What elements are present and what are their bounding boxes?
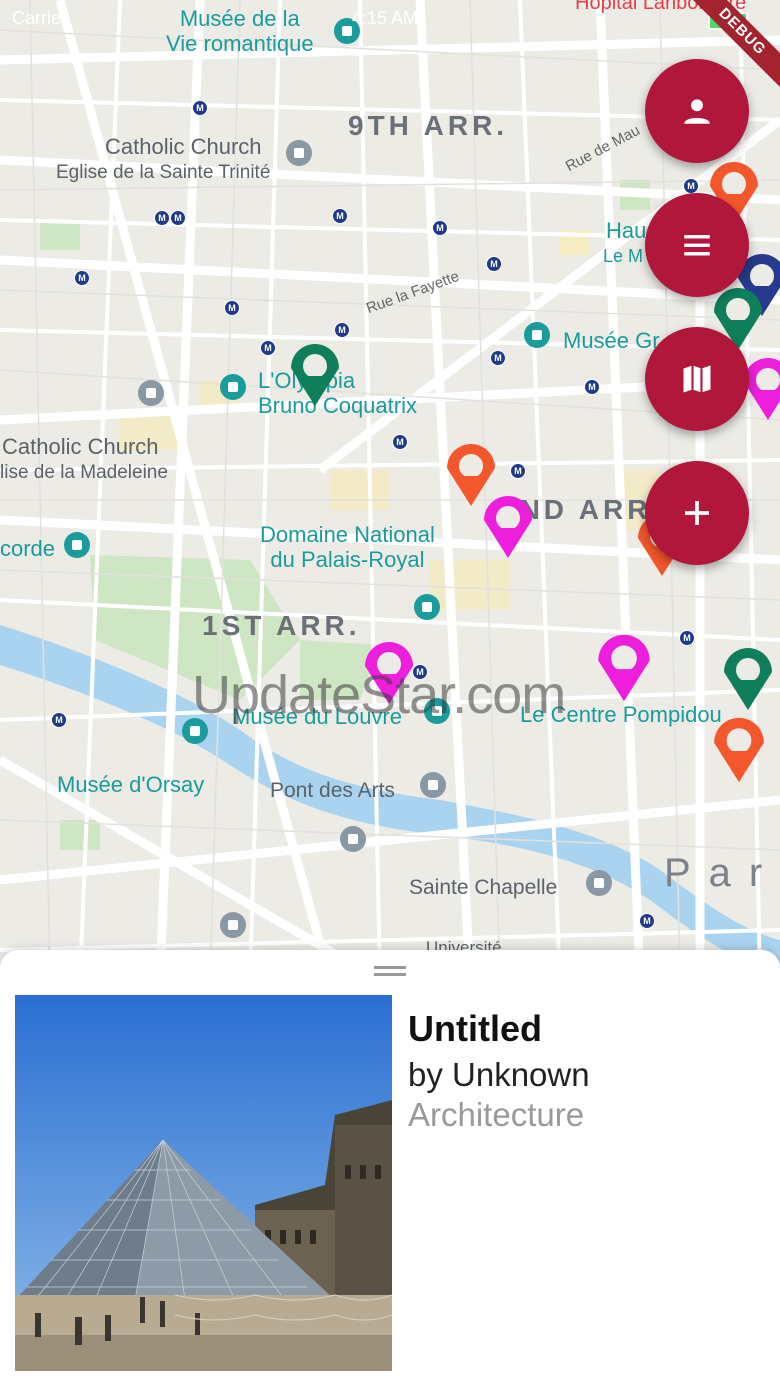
menu-button[interactable] bbox=[645, 193, 749, 297]
map-label-paris: Par bbox=[664, 851, 780, 895]
artwork-author: by Unknown bbox=[408, 1056, 590, 1093]
add-button[interactable] bbox=[645, 461, 749, 565]
metro-icon: M bbox=[74, 270, 90, 286]
metro-icon: M bbox=[679, 630, 695, 646]
metro-icon: M bbox=[260, 340, 276, 356]
bridge-icon bbox=[420, 772, 446, 798]
person-icon bbox=[684, 99, 710, 124]
map-button[interactable] bbox=[645, 327, 749, 431]
metro-icon: M bbox=[490, 350, 506, 366]
map-label-eglise-trinite: Eglise de la Sainte Trinité bbox=[56, 162, 271, 183]
map-label-pont-des-arts: Pont des Arts bbox=[270, 779, 395, 802]
university-icon bbox=[220, 912, 246, 938]
map-label-le-m: Le M bbox=[603, 246, 644, 266]
profile-button[interactable] bbox=[645, 59, 749, 163]
artwork-title: Untitled bbox=[408, 1008, 542, 1049]
camera-icon bbox=[414, 594, 440, 620]
map-label-musee-orsay: Musée d'Orsay bbox=[57, 772, 205, 797]
theater-icon bbox=[220, 374, 246, 400]
map-label-catholic-church-trinite: Catholic Church bbox=[105, 134, 262, 159]
map-label-eglise-madeleine: lise de la Madeleine bbox=[0, 462, 168, 483]
watermark: UpdateStar.com bbox=[192, 665, 566, 725]
metro-icon: M bbox=[332, 208, 348, 224]
museum-icon bbox=[524, 322, 550, 348]
metro-icon: M bbox=[639, 913, 655, 929]
church-icon bbox=[138, 380, 164, 406]
church-icon bbox=[586, 870, 612, 896]
map-label-catholic-church-madeleine: Catholic Church bbox=[2, 434, 159, 459]
metro-icon: M bbox=[192, 100, 208, 116]
map-label-hau: Hau bbox=[606, 218, 647, 243]
bottom-sheet[interactable]: Untitled by Unknown Architecture bbox=[0, 950, 780, 1387]
map-marker-orange[interactable] bbox=[710, 708, 768, 792]
map-label-concorde: corde bbox=[0, 536, 56, 561]
metro-icon: M bbox=[154, 210, 170, 226]
map-marker-magenta[interactable] bbox=[594, 628, 654, 708]
metro-icon: M bbox=[486, 256, 502, 272]
plus-icon bbox=[685, 501, 709, 525]
drag-handle[interactable] bbox=[374, 966, 406, 976]
map-label-musee-vie-romantique: Musée de la Vie romantique bbox=[166, 6, 314, 57]
map-icon bbox=[683, 365, 711, 393]
map-label-1st-arr: 1ST ARR. bbox=[202, 610, 361, 641]
metro-icon: M bbox=[392, 434, 408, 450]
metro-icon: M bbox=[224, 300, 240, 316]
map-marker-green[interactable] bbox=[720, 644, 776, 714]
map-marker-green[interactable] bbox=[287, 340, 343, 410]
metro-icon: M bbox=[51, 712, 67, 728]
map-label-9th-arr: 9TH ARR. bbox=[348, 110, 509, 141]
map-label-palais-royal: Domaine National du Palais-Royal bbox=[260, 522, 435, 573]
map-label-musee-gr: Musée Gr bbox=[563, 328, 660, 353]
church-icon bbox=[286, 140, 312, 166]
metro-icon: M bbox=[584, 379, 600, 395]
metro-icon: M bbox=[334, 322, 350, 338]
camera-icon bbox=[64, 532, 90, 558]
menu-icon bbox=[684, 235, 710, 256]
map-marker-magenta[interactable] bbox=[480, 492, 536, 562]
metro-icon: M bbox=[432, 220, 448, 236]
metro-icon: M bbox=[170, 210, 186, 226]
metro-icon: M bbox=[510, 463, 526, 479]
artwork-category: Architecture bbox=[408, 1096, 585, 1133]
status-time: 4:15 AM bbox=[352, 8, 419, 28]
artwork-photo[interactable] bbox=[15, 995, 392, 1371]
location-icon bbox=[340, 826, 366, 852]
metro-icon: M bbox=[683, 178, 699, 194]
map-label-sainte-chapelle: Sainte Chapelle bbox=[409, 876, 558, 899]
status-carrier: Carrier bbox=[12, 8, 68, 28]
